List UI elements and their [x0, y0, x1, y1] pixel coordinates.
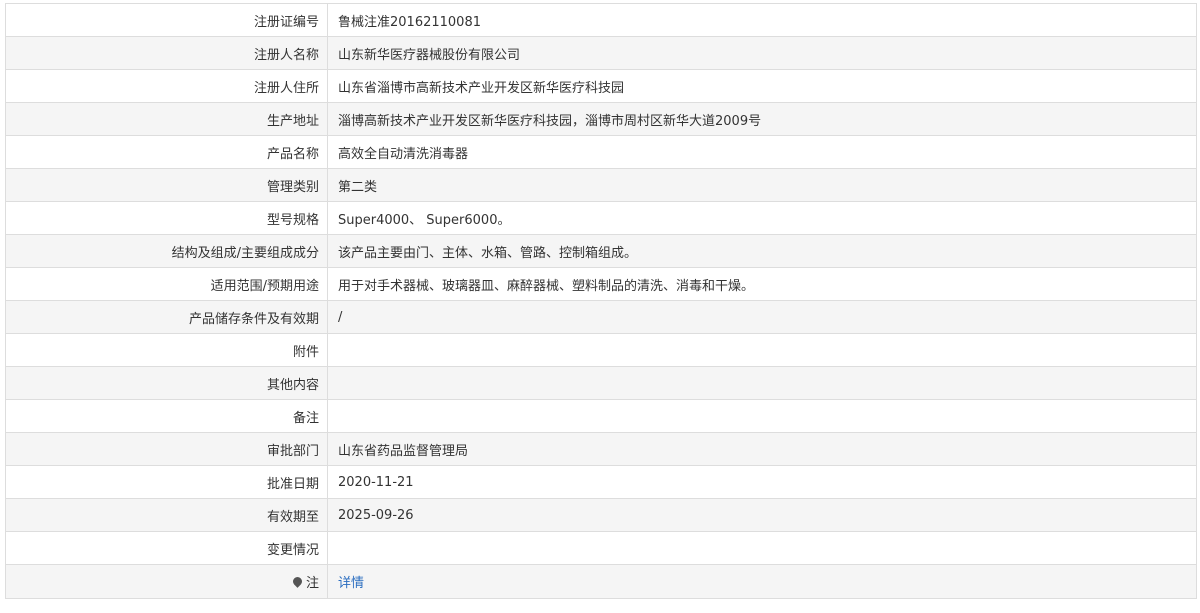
field-value-registration-number: 鲁械注准20162110081	[327, 3, 1197, 37]
table-row: 附件	[5, 333, 1197, 367]
table-row: 批准日期 2020-11-21	[5, 465, 1197, 499]
field-label-model-spec: 型号规格	[5, 201, 328, 235]
field-label-approval-date: 批准日期	[5, 465, 328, 499]
field-label-attachments: 附件	[5, 333, 328, 367]
table-row: 生产地址 淄博高新技术产业开发区新华医疗科技园，淄博市周村区新华大道2009号	[5, 102, 1197, 136]
field-value-approval-date: 2020-11-21	[327, 465, 1197, 499]
table-row: 型号规格 Super4000、 Super6000。	[5, 201, 1197, 235]
field-value-registrant-name: 山东新华医疗器械股份有限公司	[327, 36, 1197, 70]
pin-icon	[291, 575, 304, 588]
field-value-model-spec: Super4000、 Super6000。	[327, 201, 1197, 235]
field-value-management-category: 第二类	[327, 168, 1197, 202]
table-row: 变更情况	[5, 531, 1197, 565]
registration-detail-table: 注册证编号 鲁械注准20162110081 注册人名称 山东新华医疗器械股份有限…	[5, 3, 1197, 599]
field-label-other-content: 其他内容	[5, 366, 328, 400]
field-label-structure-composition: 结构及组成/主要组成成分	[5, 234, 328, 268]
field-value-storage-validity: /	[327, 300, 1197, 334]
field-label-note: 注	[5, 564, 328, 599]
field-label-change-history: 变更情况	[5, 531, 328, 565]
table-row: 审批部门 山东省药品监督管理局	[5, 432, 1197, 466]
field-label-registration-number: 注册证编号	[5, 3, 328, 37]
field-label-approval-department: 审批部门	[5, 432, 328, 466]
field-value-product-name: 高效全自动清洗消毒器	[327, 135, 1197, 169]
field-value-production-address: 淄博高新技术产业开发区新华医疗科技园，淄博市周村区新华大道2009号	[327, 102, 1197, 136]
field-label-registrant-address: 注册人住所	[5, 69, 328, 103]
field-label-registrant-name: 注册人名称	[5, 36, 328, 70]
table-row: 结构及组成/主要组成成分 该产品主要由门、主体、水箱、管路、控制箱组成。	[5, 234, 1197, 268]
table-row: 有效期至 2025-09-26	[5, 498, 1197, 532]
field-value-approval-department: 山东省药品监督管理局	[327, 432, 1197, 466]
field-value-attachments	[327, 333, 1197, 367]
field-value-structure-composition: 该产品主要由门、主体、水箱、管路、控制箱组成。	[327, 234, 1197, 268]
field-label-product-name: 产品名称	[5, 135, 328, 169]
field-label-management-category: 管理类别	[5, 168, 328, 202]
table-row: 适用范围/预期用途 用于对手术器械、玻璃器皿、麻醉器械、塑料制品的清洗、消毒和干…	[5, 267, 1197, 301]
field-value-intended-use: 用于对手术器械、玻璃器皿、麻醉器械、塑料制品的清洗、消毒和干燥。	[327, 267, 1197, 301]
table-row: 产品储存条件及有效期 /	[5, 300, 1197, 334]
table-row-note: 注 详情	[5, 564, 1197, 599]
field-label-production-address: 生产地址	[5, 102, 328, 136]
table-row: 产品名称 高效全自动清洗消毒器	[5, 135, 1197, 169]
field-value-registrant-address: 山东省淄博市高新技术产业开发区新华医疗科技园	[327, 69, 1197, 103]
field-value-valid-until: 2025-09-26	[327, 498, 1197, 532]
table-row: 注册证编号 鲁械注准20162110081	[5, 3, 1197, 37]
details-link[interactable]: 详情	[338, 576, 364, 591]
table-row: 其他内容	[5, 366, 1197, 400]
field-value-change-history	[327, 531, 1197, 565]
field-value-other-content	[327, 366, 1197, 400]
field-label-storage-validity: 产品储存条件及有效期	[5, 300, 328, 334]
field-value-remarks	[327, 399, 1197, 433]
table-row: 注册人住所 山东省淄博市高新技术产业开发区新华医疗科技园	[5, 69, 1197, 103]
table-row: 管理类别 第二类	[5, 168, 1197, 202]
field-label-valid-until: 有效期至	[5, 498, 328, 532]
field-value-note: 详情	[327, 564, 1197, 599]
field-label-remarks: 备注	[5, 399, 328, 433]
table-row: 备注	[5, 399, 1197, 433]
table-row: 注册人名称 山东新华医疗器械股份有限公司	[5, 36, 1197, 70]
note-label-text: 注	[305, 576, 319, 591]
field-label-intended-use: 适用范围/预期用途	[5, 267, 328, 301]
